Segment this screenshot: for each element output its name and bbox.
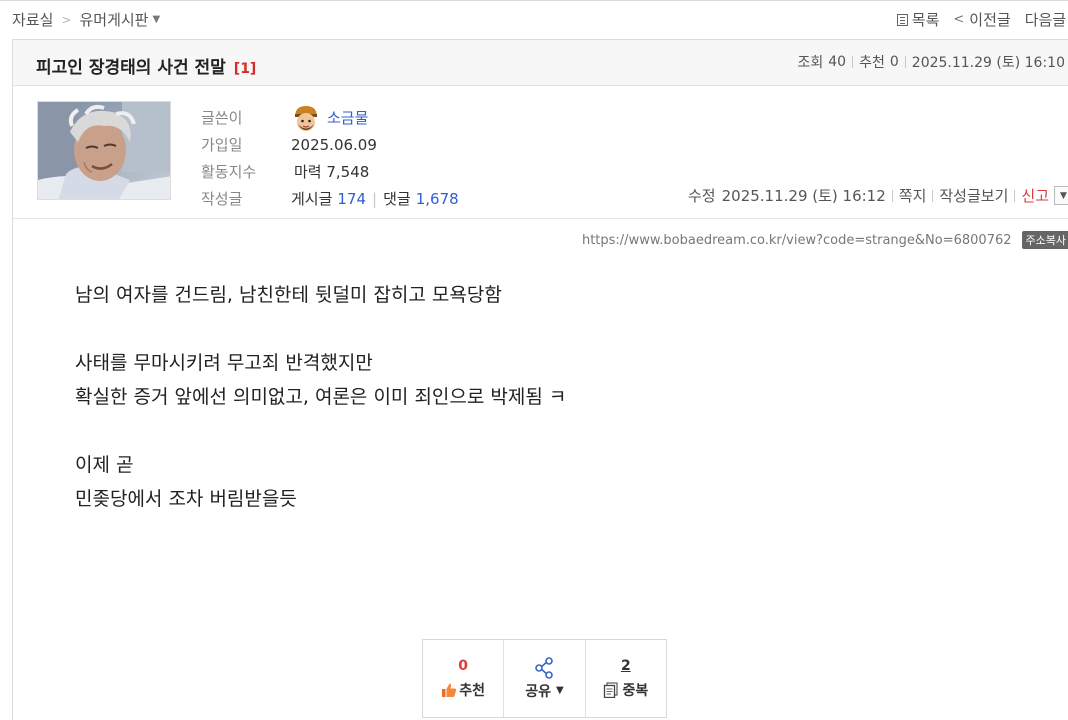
author-name-row: 글쓴이 소금물: [201, 104, 459, 131]
chevron-down-icon[interactable]: ▼: [152, 14, 160, 25]
posts-count[interactable]: 174: [337, 190, 366, 208]
share-icon: [535, 656, 554, 679]
recommend-label-group: 추천: [441, 680, 485, 700]
share-label-group: 공유 ▼: [525, 681, 563, 701]
author-name[interactable]: 소금물: [291, 103, 368, 133]
post-url-line: https://www.bobaedream.co.kr/view?code=s…: [582, 231, 1068, 249]
caret-down-icon: ▼: [556, 685, 564, 696]
content-line: [75, 312, 566, 346]
recommend-stat-count: 0: [889, 54, 899, 70]
share-label: 공유: [525, 683, 552, 700]
join-date-row: 가입일 2025.06.09: [201, 131, 459, 158]
content-line: 이제 곧: [75, 454, 134, 476]
activity-label: 활동지수: [201, 163, 257, 181]
comments-count-label: 댓글: [383, 190, 411, 208]
divider: |: [372, 189, 378, 208]
author-info: 글쓴이 소금물 가입일 2025.06.09 활동지수 마력 7,548 작성글…: [201, 104, 459, 212]
report-link[interactable]: 신고: [1021, 185, 1049, 206]
content-line: 민좆당에서 조차 버림받을듯: [75, 488, 297, 510]
post-title-text: 피고인 장경태의 사건 전말: [36, 58, 226, 78]
recommend-label: 추천: [459, 682, 486, 699]
divider: [904, 56, 906, 68]
writer-label: 글쓴이: [201, 109, 243, 127]
breadcrumb-separator: >: [61, 12, 72, 27]
chevron-left-icon: <: [953, 12, 965, 27]
caret-down-icon: ▼: [1060, 190, 1067, 201]
post-actions: 수정 2025.11.29 (토) 16:12 쪽지 작성글보기 신고 ▼: [688, 185, 1068, 206]
message-link[interactable]: 쪽지: [899, 185, 927, 206]
post-count-row: 작성글 게시글 174 | 댓글 1,678: [201, 185, 459, 212]
author-profile: 글쓴이 소금물 가입일 2025.06.09 활동지수 마력 7,548 작성글…: [13, 87, 1068, 219]
divider: [891, 189, 893, 202]
recommend-stat-label: 추천: [859, 55, 885, 71]
post-url[interactable]: https://www.bobaedream.co.kr/view?code=s…: [582, 233, 1012, 248]
post-counts: 게시글 174 | 댓글 1,678: [291, 188, 459, 209]
list-link-label: 목록: [911, 11, 940, 29]
recommend-count: 0: [458, 657, 469, 674]
more-dropdown-button[interactable]: ▼: [1054, 186, 1068, 205]
prev-post-label: 이전글: [969, 11, 1011, 29]
post-stats: 조회 40 추천 0 2025.11.29 (토) 16:10: [798, 52, 1066, 72]
post-navigation: 목록 < 이전글 다음글 >: [883, 9, 1068, 30]
top-navigation: 자료실 > 유머게시판 ▼ 목록 < 이전글 다음글 >: [0, 0, 1068, 38]
views-count: 40: [828, 54, 847, 70]
comments-count[interactable]: 1,678: [416, 190, 459, 208]
user-level-avatar-icon: [295, 105, 317, 131]
list-link[interactable]: 목록: [896, 9, 940, 30]
author-nickname[interactable]: 소금물: [327, 107, 368, 128]
divider: [932, 189, 934, 202]
author-photo: [37, 101, 171, 200]
posts-label: 작성글: [201, 190, 243, 208]
recommend-button[interactable]: 0 추천: [423, 640, 505, 717]
join-date: 2025.06.09: [291, 135, 377, 154]
post-date: 2025.11.29 (토) 16:10: [911, 55, 1065, 71]
vote-buttons: 0 추천 공유 ▼ 2 중복: [422, 639, 667, 718]
prev-post-link[interactable]: < 이전글: [953, 9, 1010, 30]
breadcrumb: 자료실 > 유머게시판 ▼: [12, 9, 160, 30]
share-button[interactable]: 공유 ▼: [504, 640, 586, 717]
breadcrumb-item-board-home[interactable]: 자료실: [12, 9, 53, 30]
activity-row: 활동지수 마력 7,548: [201, 158, 459, 185]
views-label: 조회: [797, 55, 824, 71]
duplicate-label-group: 중복: [603, 680, 648, 700]
duplicate-label: 중복: [622, 682, 649, 699]
next-post-label: 다음글: [1024, 11, 1067, 29]
joined-label: 가입일: [201, 136, 243, 154]
content-line: 사태를 무마시키려 무고죄 반격했지만: [75, 352, 373, 374]
edited-label: 수정: [688, 187, 716, 205]
duplicate-button[interactable]: 2 중복: [586, 640, 666, 717]
content-line: 남의 여자를 건드림, 남친한테 뒷덜미 잡히고 모욕당함: [75, 284, 502, 306]
next-post-link[interactable]: 다음글 >: [1025, 9, 1068, 30]
divider: [852, 56, 854, 68]
divider: [1014, 189, 1016, 202]
edited-date: 2025.11.29 (토) 16:12: [721, 187, 886, 205]
duplicate-count: 2: [620, 657, 631, 674]
view-posts-link[interactable]: 작성글보기: [939, 185, 1008, 206]
article: 피고인 장경태의 사건 전말 [1] 글쓴이 소금물 가입일 2025.06.0…: [12, 39, 1068, 720]
content-line: [75, 414, 566, 448]
breadcrumb-item-humor-board[interactable]: 유머게시판: [79, 9, 148, 30]
post-content: 남의 여자를 건드림, 남친한테 뒷덜미 잡히고 모욕당함 사태를 무마시키려 …: [75, 278, 566, 516]
activity-score: 마력 7,548: [294, 163, 370, 181]
copy-url-button[interactable]: 주소복사: [1021, 231, 1068, 249]
author-photo-image: [38, 102, 170, 199]
list-icon: [896, 13, 908, 26]
thumbs-up-icon: [442, 683, 457, 697]
post-title: 피고인 장경태의 사건 전말 [1]: [36, 53, 256, 78]
posts-count-label: 게시글: [291, 190, 333, 208]
duplicate-document-icon: [604, 681, 619, 698]
comment-count[interactable]: [1]: [234, 61, 257, 77]
content-line: 확실한 증거 앞에선 의미없고, 여론은 이미 죄인으로 박제됨 ㅋ: [75, 386, 567, 408]
